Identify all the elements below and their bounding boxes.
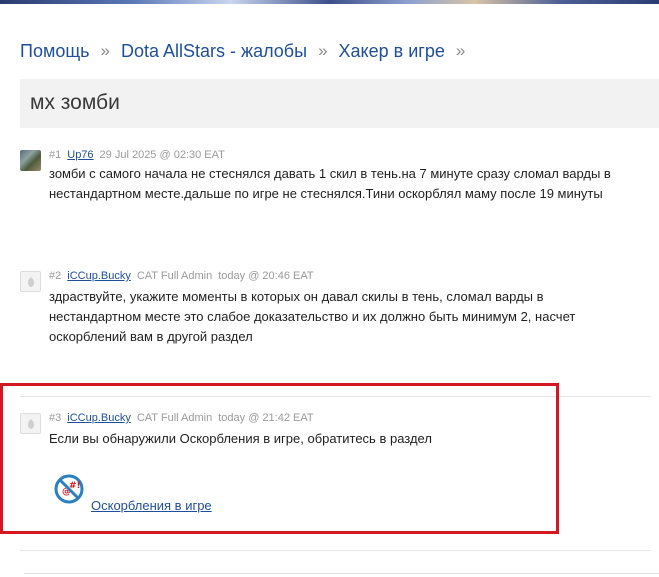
avatar[interactable] — [20, 271, 41, 292]
top-banner — [0, 0, 659, 4]
post-date: 29 Jul 2025 @ 02:30 EAT — [99, 149, 225, 161]
post-author[interactable]: iCCup.Bucky — [67, 270, 131, 282]
post-author[interactable]: Up76 — [67, 149, 93, 161]
post-body: зомби с самого начала не стеснялся дават… — [49, 164, 649, 204]
post-body-line: нестандартном месте это слабое доказател… — [49, 309, 576, 324]
post-meta: #2 iCCup.Bucky CAT Full Admin today @ 20… — [49, 270, 314, 282]
post-meta: #1 Up76 29 Jul 2025 @ 02:30 EAT — [49, 149, 225, 161]
breadcrumb-link-hacker-in-game[interactable]: Хакер в игре — [339, 41, 445, 62]
topic-title: мх зомби — [30, 91, 120, 114]
post-number[interactable]: #2 — [49, 270, 61, 282]
topic-title-bar: мх зомби — [20, 79, 659, 128]
breadcrumb-separator: » — [455, 41, 466, 60]
post-body-line: зомби с самого начала не стеснялся дават… — [49, 166, 611, 181]
post-body-line: здраствуйте, укажите моменты в которых о… — [49, 289, 544, 304]
post-date: today @ 20:46 EAT — [218, 270, 314, 282]
post-author-group: CAT Full Admin — [136, 270, 213, 282]
default-avatar-icon — [27, 276, 34, 287]
post-body-line: нестандартном месте.дальше по игре не ст… — [49, 186, 603, 201]
highlight-box — [0, 383, 559, 534]
avatar[interactable] — [20, 150, 41, 171]
post-body-line: оскорблений вам в другой раздел — [49, 329, 253, 344]
bottom-divider — [24, 573, 659, 574]
breadcrumb: Помощь » Dota AllStars - жалобы » Хакер … — [20, 40, 476, 62]
breadcrumb-separator: » — [100, 41, 110, 60]
post-number[interactable]: #1 — [49, 149, 61, 161]
post-divider — [20, 550, 651, 551]
breadcrumb-link-dota-complaints[interactable]: Dota AllStars - жалобы — [121, 41, 307, 62]
breadcrumb-link-help[interactable]: Помощь — [20, 41, 90, 62]
post-body: здраствуйте, укажите моменты в которых о… — [49, 287, 649, 347]
breadcrumb-separator: » — [318, 41, 328, 60]
